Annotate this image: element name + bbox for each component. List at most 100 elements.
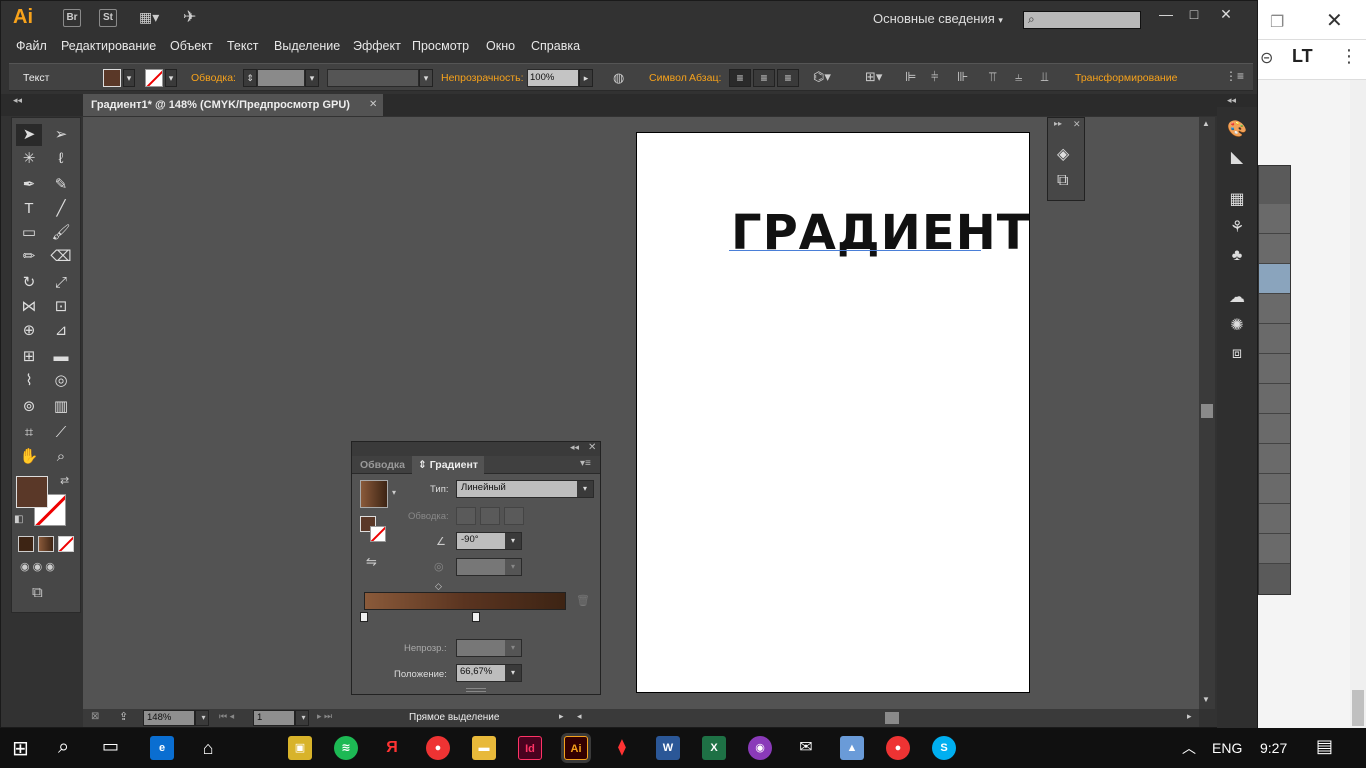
appearance-icon[interactable]: ✺ [1225, 315, 1249, 337]
perspective-grid-tool[interactable]: ⊿ [48, 320, 74, 342]
canvas[interactable]: ГРАДИЕНТ [83, 117, 1199, 709]
rotate-tool[interactable]: ↻ [16, 272, 42, 294]
panel-menu-icon[interactable]: ⋮≡ [1225, 69, 1244, 83]
variable-width-dropdown[interactable]: ▾ [419, 69, 433, 87]
align-left-edges-icon[interactable]: ⊫ [905, 69, 916, 85]
paragraph-link[interactable]: Абзац: [689, 72, 721, 84]
align-to-selection-icon[interactable]: ⊞▾ [865, 69, 882, 85]
align-right-edges-icon[interactable]: ⊪ [957, 69, 968, 85]
align-left-button[interactable]: ≡ [729, 69, 751, 87]
status-menu-icon[interactable]: ▸ [559, 711, 564, 722]
close-panel-icon[interactable]: ✕ [588, 442, 596, 453]
menu-select[interactable]: Выделение [274, 39, 340, 53]
background-scrollbar[interactable] [1350, 80, 1366, 728]
lasso-tool[interactable]: ℓ [48, 148, 74, 170]
reverse-gradient-icon[interactable]: ⇋ [366, 554, 377, 570]
draw-mode-icons[interactable]: ◉ ◉ ◉ [20, 560, 55, 573]
indesign-icon[interactable]: Id [518, 736, 542, 760]
last-artboard-icon[interactable]: ▸ ⏭ [317, 711, 332, 722]
align-bottom-edges-icon[interactable]: ⫫ [1041, 69, 1048, 85]
menu-file[interactable]: Файл [16, 39, 47, 53]
chrome-secondary-icon[interactable]: ● [886, 736, 910, 760]
language-indicator[interactable]: ENG [1212, 740, 1242, 756]
position-input[interactable]: 66,67% ▾ [456, 664, 522, 682]
none-mode-button[interactable] [58, 536, 74, 552]
direct-selection-tool[interactable]: ➢ [48, 124, 74, 146]
spotify-icon[interactable]: ≋ [334, 736, 358, 760]
swap-colors-icon[interactable]: ⇄ [60, 474, 69, 487]
expand-panels-icon[interactable]: ▸▸ [1054, 119, 1062, 128]
notifications-icon[interactable]: ▤ [1316, 736, 1333, 757]
horizontal-scrollbar[interactable] [595, 710, 1185, 726]
scale-tool[interactable]: ⤢ [48, 272, 74, 294]
opacity-label[interactable]: Непрозрачность: [441, 72, 524, 84]
media-player-icon[interactable]: ◉ [748, 736, 772, 760]
yandex-icon[interactable]: Я [380, 736, 404, 760]
excel-icon[interactable]: X [702, 736, 726, 760]
panel-grip[interactable] [466, 688, 486, 692]
clock[interactable]: 9:27 [1260, 740, 1287, 756]
blend-tool[interactable]: ◎ [48, 370, 74, 392]
selection-tool[interactable]: ➤ [16, 124, 42, 146]
mesh-tool[interactable]: ⊞ [16, 346, 42, 368]
eyedropper-tool[interactable]: ⌇ [16, 370, 42, 392]
vertical-scrollbar-thumb[interactable] [1201, 404, 1213, 418]
delete-stop-icon[interactable]: 🗑 [576, 594, 590, 607]
stroke-mini-swatch[interactable] [370, 526, 386, 542]
default-colors-icon[interactable]: ◧ [14, 514, 23, 525]
stroke-swatch[interactable] [145, 69, 163, 87]
hand-tool[interactable]: ✋ [16, 446, 42, 468]
horizontal-scrollbar-thumb[interactable] [885, 712, 899, 724]
color-guide-icon[interactable]: ◣ [1225, 147, 1249, 169]
file-explorer-icon[interactable]: ▬ [472, 736, 496, 760]
stroke-within-button[interactable] [456, 507, 476, 525]
recolor-artwork-icon[interactable]: ◍ [613, 70, 624, 86]
gradient-mode-button[interactable] [38, 536, 54, 552]
notes-icon[interactable]: ▣ [288, 736, 312, 760]
collapse-toolbar-icon[interactable]: ◂◂ [13, 95, 22, 106]
tab-gradient[interactable]: ⇕ Градиент [412, 456, 484, 474]
opacity-input[interactable]: ▾ [456, 639, 522, 657]
magic-wand-tool[interactable]: ✳ [16, 148, 42, 170]
scroll-right-icon[interactable]: ▸ [1187, 711, 1192, 722]
scroll-down-icon[interactable]: ▼ [1202, 695, 1210, 704]
illustrator-taskbar-icon[interactable]: Ai [564, 736, 588, 760]
aspect-ratio-input[interactable]: ▾ [456, 558, 522, 576]
swatches-icon[interactable]: ▦ [1225, 189, 1249, 211]
envelope-warp-icon[interactable]: ⌬▾ [813, 69, 831, 85]
gpu-performance-icon[interactable]: ✈ [183, 7, 196, 27]
zoom-input[interactable]: 148% [143, 710, 195, 726]
maximize-button[interactable]: □ [1177, 5, 1211, 25]
transform-link[interactable]: Трансформирование [1075, 72, 1177, 84]
tab-stroke[interactable]: Обводка [354, 456, 411, 474]
scroll-left-icon[interactable]: ◂ [577, 711, 582, 722]
zoom-dropdown[interactable]: ▾ [195, 710, 209, 726]
system-tray-chevron-icon[interactable]: ︿ [1182, 738, 1196, 758]
edge-icon[interactable]: e [150, 736, 174, 760]
align-right-button[interactable]: ≡ [777, 69, 799, 87]
artboard-dropdown[interactable]: ▾ [295, 710, 309, 726]
column-graph-tool[interactable]: ▥ [48, 396, 74, 418]
layers-icon[interactable]: ◈ [1057, 144, 1069, 164]
free-transform-tool[interactable]: ⊡ [48, 296, 74, 318]
stroke-across-button[interactable] [504, 507, 524, 525]
close-button[interactable]: ✕ [1209, 5, 1243, 25]
screen-mode-icon[interactable]: ⧉ [32, 584, 43, 601]
gradient-preview[interactable] [360, 480, 388, 508]
artboards-icon[interactable]: ⧉ [1057, 172, 1068, 190]
brushes-icon[interactable]: ⚘ [1225, 217, 1249, 239]
stroke-dropdown[interactable]: ▾ [165, 69, 177, 87]
photos-icon[interactable]: ▲ [840, 736, 864, 760]
panel-menu-icon[interactable]: ▾≡ [580, 458, 591, 469]
fill-color-swatch-front[interactable] [16, 476, 48, 508]
menu-help[interactable]: Справка [531, 39, 580, 53]
bridge-button[interactable]: Br [63, 9, 81, 27]
word-icon[interactable]: W [656, 736, 680, 760]
opacity-input[interactable]: 100% [527, 69, 579, 87]
stroke-weight-stepper[interactable]: ⇕ [243, 69, 257, 87]
chrome-icon[interactable]: ● [426, 736, 450, 760]
acrobat-icon[interactable]: ⧫ [610, 736, 634, 760]
pencil-tool[interactable]: ✏ [16, 246, 42, 268]
menu-effect[interactable]: Эффект [353, 39, 401, 53]
windows-start-icon[interactable]: ⊞ [12, 736, 29, 761]
